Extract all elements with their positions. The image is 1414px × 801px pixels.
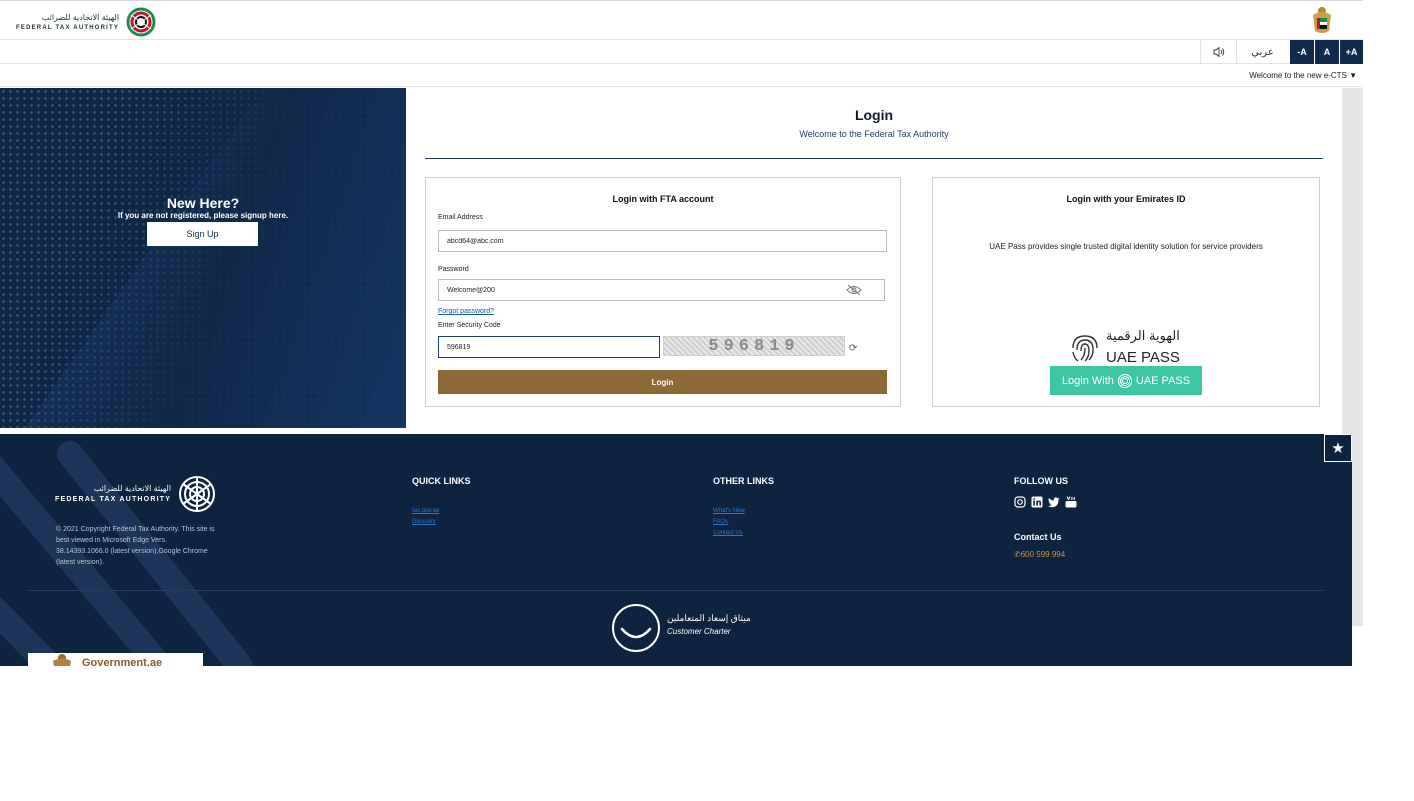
font-decrease-button[interactable]: -A xyxy=(1290,40,1314,64)
uae-pass-description: UAE Pass provides single trusted digital… xyxy=(989,242,1263,251)
forgot-password-link[interactable]: Forgot password? xyxy=(438,308,494,315)
login-title: Login xyxy=(854,107,894,123)
quick-links-title: QUICK LINKS xyxy=(412,476,471,486)
fingerprint-icon xyxy=(1117,373,1132,388)
fta-emblem-icon xyxy=(179,476,216,512)
hero-title: New Here? xyxy=(166,195,240,211)
footer-logo-english-text: FEDERAL TAX AUTHORITY xyxy=(55,496,172,503)
password-label: Password xyxy=(438,266,469,273)
government-ae-link[interactable]: Government.ae xyxy=(28,653,203,666)
footer-divider xyxy=(28,590,1324,591)
uae-pass-button-brand: UAE PASS xyxy=(1135,374,1191,387)
fingerprint-icon xyxy=(1072,335,1098,362)
customer-charter-logo[interactable]: ميثاق إسعاد المتعاملين Customer Charter xyxy=(611,603,751,653)
other-link-contact-us[interactable]: Contact Us xyxy=(713,530,743,536)
quick-link-glossary[interactable]: Glossary xyxy=(412,519,436,525)
email-label: Email Address xyxy=(438,214,483,221)
copyright-text: © 2021 Copyright Federal Tax Authority. … xyxy=(56,526,215,566)
uae-pass-button-prefix: Login With xyxy=(1061,374,1114,387)
logo-english-text: FEDERAL TAX AUTHORITY xyxy=(16,24,120,31)
login-subtitle: Welcome to the Federal Tax Authority xyxy=(799,129,949,139)
phone-link[interactable]: ✆600 599 994 xyxy=(1014,550,1065,559)
charter-english-text: Customer Charter xyxy=(667,627,731,636)
login-panel: Login Welcome to the Federal Tax Authori… xyxy=(406,88,1342,428)
login-button[interactable]: Login xyxy=(438,370,887,394)
other-links-title: OTHER LINKS xyxy=(713,476,775,486)
other-link-faqs[interactable]: FAQs xyxy=(713,519,728,525)
hero-gradient-overlay xyxy=(0,88,406,428)
uae-pass-logo: الهوية الرقمية UAE PASS xyxy=(1068,328,1198,368)
signup-hero: New Here? If you are not registered, ple… xyxy=(0,88,406,428)
charter-arabic-text: ميثاق إسعاد المتعاملين xyxy=(667,613,751,623)
password-field[interactable] xyxy=(438,279,885,301)
fta-login-card: Login with FTA account Email Address Pas… xyxy=(425,177,901,407)
twitter-icon[interactable] xyxy=(1048,496,1060,508)
emirates-id-card-title: Login with your Emirates ID xyxy=(1066,194,1186,204)
sign-up-button[interactable]: Sign Up xyxy=(147,222,258,246)
youtube-icon[interactable] xyxy=(1065,496,1077,508)
instagram-icon[interactable] xyxy=(1014,496,1026,508)
eye-slash-icon[interactable] xyxy=(846,284,862,296)
accessibility-toolbar: عربي -A A +A xyxy=(0,40,1363,64)
phone-number: 600 599 994 xyxy=(1020,550,1066,559)
security-code-field[interactable] xyxy=(438,336,660,358)
refresh-icon[interactable]: ⟳ xyxy=(849,343,857,354)
social-links xyxy=(1014,496,1077,508)
security-code-label: Enter Security Code xyxy=(438,322,501,329)
page-footer: الهيئة الاتحادية للضرائب FEDERAL TAX AUT… xyxy=(0,434,1352,666)
star-icon: ★ xyxy=(1331,440,1345,457)
fta-card-title: Login with FTA account xyxy=(612,194,714,204)
divider xyxy=(425,158,1323,159)
footer-logo-arabic-text: الهيئة الاتحادية للضرائب xyxy=(93,484,172,493)
welcome-dropdown[interactable]: Welcome to the new e-CTS ▼ xyxy=(1249,71,1357,80)
emirates-id-card: Login with your Emirates ID UAE Pass pro… xyxy=(932,177,1320,407)
email-field[interactable] xyxy=(438,230,887,252)
top-header: الهيئة الاتحادية للضرائب FEDERAL TAX AUT… xyxy=(0,0,1363,40)
language-switch-button[interactable]: عربي xyxy=(1236,40,1288,64)
quick-link-tax-gov[interactable]: tax.gov.ae xyxy=(412,508,439,514)
uae-emblem-icon xyxy=(1313,7,1331,33)
fta-logo[interactable]: الهيئة الاتحادية للضرائب FEDERAL TAX AUT… xyxy=(16,7,157,37)
uae-pass-arabic-text: الهوية الرقمية xyxy=(1106,328,1180,343)
contact-us-title: Contact Us xyxy=(1014,532,1062,542)
other-link-whats-new[interactable]: What's New xyxy=(713,508,745,514)
login-with-uae-pass-button[interactable]: Login With UAE PASS xyxy=(1050,366,1202,395)
font-normal-button[interactable]: A xyxy=(1315,40,1339,64)
follow-us-title: FOLLOW US xyxy=(1014,476,1068,486)
uae-pass-english-text: UAE PASS xyxy=(1106,349,1180,366)
government-ae-label: Government.ae xyxy=(82,657,163,666)
logo-arabic-text: الهيئة الاتحادية للضرائب xyxy=(41,12,120,22)
smile-icon xyxy=(612,604,660,652)
linkedin-icon[interactable] xyxy=(1031,496,1043,508)
fta-emblem-icon xyxy=(126,7,156,37)
welcome-bar: Welcome to the new e-CTS ▼ xyxy=(0,65,1363,87)
uae-emblem-icon xyxy=(53,654,71,666)
phone-icon: ✆ xyxy=(1014,550,1021,559)
hero-subtitle: If you are not registered, please signup… xyxy=(117,211,289,220)
footer-fta-logo[interactable]: الهيئة الاتحادية للضرائب FEDERAL TAX AUT… xyxy=(55,474,217,514)
captcha-image: 596819 xyxy=(663,336,845,356)
font-increase-button[interactable]: +A xyxy=(1340,40,1363,64)
speaker-icon[interactable] xyxy=(1200,40,1236,64)
favorite-star-button[interactable]: ★ xyxy=(1324,434,1352,462)
